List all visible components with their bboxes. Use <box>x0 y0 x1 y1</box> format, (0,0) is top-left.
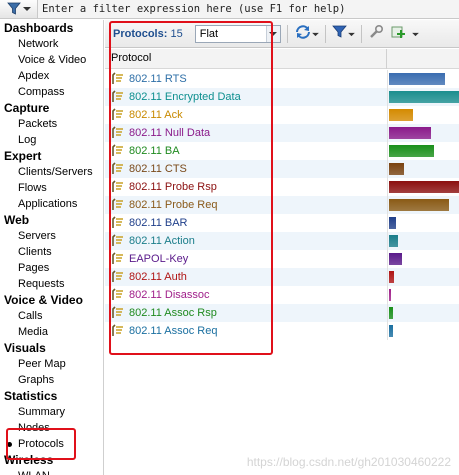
sidebar-item-requests[interactable]: Requests <box>0 276 103 292</box>
usage-bar-cell <box>387 322 459 340</box>
usage-bar <box>389 253 402 265</box>
usage-bar <box>389 199 449 211</box>
filter-bar: Enter a filter expression here (use F1 f… <box>0 0 459 19</box>
usage-bar-cell <box>387 88 459 106</box>
watermark: https://blog.csdn.net/gh201030460222 <box>246 455 451 469</box>
sidebar-item-media[interactable]: Media <box>0 324 103 340</box>
more-button[interactable] <box>411 24 419 44</box>
usage-bar-cell <box>387 142 459 160</box>
sidebar-section-title: Capture <box>4 101 50 115</box>
add-button[interactable] <box>390 24 406 44</box>
usage-bar-cell <box>387 106 459 124</box>
sidebar-section-title: Expert <box>4 149 42 163</box>
usage-bar-cell <box>387 70 459 88</box>
usage-bar <box>389 235 398 247</box>
sidebar-item-pages[interactable]: Pages <box>0 260 103 276</box>
highlight-protocols-nav <box>6 428 76 460</box>
chevron-down-icon <box>411 28 419 40</box>
filter-input[interactable]: Enter a filter expression here (use F1 f… <box>38 0 459 18</box>
sidebar-item-apdex[interactable]: Apdex <box>0 68 103 84</box>
sidebar-item-calls[interactable]: Calls <box>0 308 103 324</box>
sidebar-item-servers[interactable]: Servers <box>0 228 103 244</box>
sidebar-item-packets[interactable]: Packets <box>0 116 103 132</box>
usage-bar <box>389 307 393 319</box>
refresh-button[interactable] <box>294 24 319 44</box>
sidebar-section-title: Web <box>4 213 30 227</box>
sidebar-item-compass[interactable]: Compass <box>0 84 103 100</box>
usage-bar <box>389 181 459 193</box>
usage-bar-cell <box>387 232 459 250</box>
sidebar-item-voice-video[interactable]: Voice & Video <box>0 52 103 68</box>
sidebar-section-title: Statistics <box>4 389 58 403</box>
toolbar-divider <box>360 24 362 43</box>
wrench-icon <box>368 24 384 43</box>
sidebar-item-peer-map[interactable]: Peer Map <box>0 356 103 372</box>
usage-bar-cell <box>387 178 459 196</box>
usage-bar <box>389 109 413 121</box>
sidebar-item-applications[interactable]: Applications <box>0 196 103 212</box>
usage-bar <box>389 73 445 85</box>
usage-bar <box>389 271 394 283</box>
filter-options-button[interactable] <box>331 24 355 44</box>
sidebar-section-title: Visuals <box>4 341 46 355</box>
sidebar-item-clients[interactable]: Clients <box>0 244 103 260</box>
usage-bar-cell <box>387 160 459 178</box>
sidebar-item-clients-servers[interactable]: Clients/Servers <box>0 164 103 180</box>
usage-bar <box>389 91 459 103</box>
funnel-icon <box>331 25 348 42</box>
sidebar-item-flows[interactable]: Flows <box>0 180 103 196</box>
chevron-down-icon <box>22 6 31 12</box>
usage-bar <box>389 163 404 175</box>
usage-bar-cell <box>387 124 459 142</box>
sidebar-item-wlan[interactable]: WLAN <box>0 468 103 475</box>
sidebar-item-summary[interactable]: Summary <box>0 404 103 420</box>
add-icon <box>390 24 406 43</box>
column-divider[interactable] <box>386 49 387 69</box>
usage-bar-cell <box>387 196 459 214</box>
toolbar-divider <box>286 24 288 43</box>
sidebar-section-title: Voice & Video <box>4 293 83 307</box>
tools-button[interactable] <box>368 24 384 44</box>
sidebar: Dashboards Network Voice & Video Apdex Compa… <box>0 20 104 475</box>
sidebar-item-graphs[interactable]: Graphs <box>0 372 103 388</box>
usage-bar <box>389 127 431 139</box>
sidebar-section-title: Dashboards <box>4 21 74 35</box>
usage-bar <box>389 325 393 337</box>
chevron-down-icon <box>311 28 319 40</box>
usage-bar <box>389 289 391 301</box>
sidebar-item-network[interactable]: Network <box>0 36 103 52</box>
toolbar-divider <box>324 24 326 43</box>
usage-bar <box>389 217 396 229</box>
usage-bar-cell <box>387 214 459 232</box>
filter-menu-button[interactable] <box>0 0 38 18</box>
sidebar-item-log[interactable]: Log <box>0 132 103 148</box>
usage-bar-cell <box>387 250 459 268</box>
usage-bar-cell <box>387 286 459 304</box>
usage-bar-cell <box>387 268 459 286</box>
usage-bar-cell <box>387 304 459 322</box>
chevron-down-icon <box>347 28 355 40</box>
refresh-icon <box>294 24 312 43</box>
highlight-protocol-list <box>109 21 273 355</box>
usage-bar <box>389 145 434 157</box>
filter-icon <box>6 2 23 16</box>
